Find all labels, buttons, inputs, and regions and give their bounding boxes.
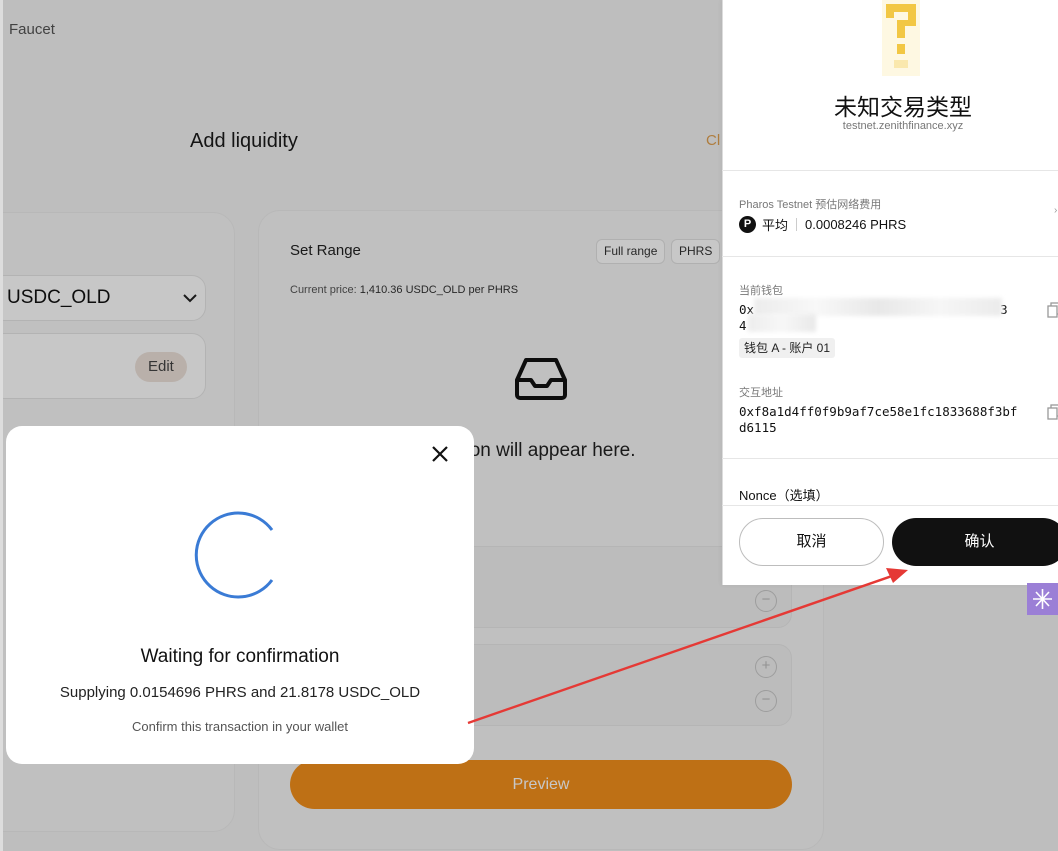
interact-address: 0xf8a1d4ff0f9b9af7ce58e1fc1833688f3bfd61… [739, 404, 1018, 435]
copy-icon[interactable] [1047, 302, 1058, 318]
wallet-tx-title: 未知交易类型 [834, 94, 972, 120]
unknown-transaction-icon [878, 0, 924, 76]
supplying-summary: Supplying 0.0154696 PHRS and 21.8178 USD… [59, 684, 421, 701]
current-wallet-label: 当前钱包 [739, 285, 783, 297]
confirm-button[interactable]: 确认 [892, 518, 1058, 566]
copy-icon[interactable] [1047, 404, 1058, 420]
pharos-logo-icon: P [739, 216, 756, 233]
divider [722, 458, 1058, 459]
divider [722, 256, 1058, 257]
interact-address-label: 交互地址 [739, 387, 783, 399]
nonce-field-label[interactable]: Nonce（选填） [739, 485, 829, 504]
wallet-confirm-hint: Confirm this transaction in your wallet [131, 719, 349, 734]
modal-title: Waiting for confirmation [140, 646, 340, 667]
fee-value: 0.0008246 PHRS [805, 217, 907, 232]
wallet-origin-site: testnet.zenithfinance.xyz [842, 120, 964, 132]
divider [722, 170, 1058, 171]
divider [796, 218, 798, 231]
fee-chevron-icon[interactable]: › [1054, 205, 1057, 216]
fee-speed: 平均 [762, 218, 789, 233]
network-fee-row[interactable]: P 平均 0.0008246 PHRS [739, 215, 906, 234]
divider [722, 505, 1058, 506]
window-edge [0, 0, 3, 851]
loading-spinner-icon [193, 510, 279, 600]
cancel-button[interactable]: 取消 [739, 518, 884, 566]
network-fee-label: Pharos Testnet 预估网络费用 [739, 199, 882, 211]
close-icon[interactable] [430, 444, 450, 464]
account-tag: 钱包 A - 账户 01 [739, 338, 836, 358]
sparkle-icon[interactable] [1027, 583, 1058, 615]
wallet-address-line2: 4 [739, 318, 747, 333]
redacted-address-blur [748, 314, 816, 332]
